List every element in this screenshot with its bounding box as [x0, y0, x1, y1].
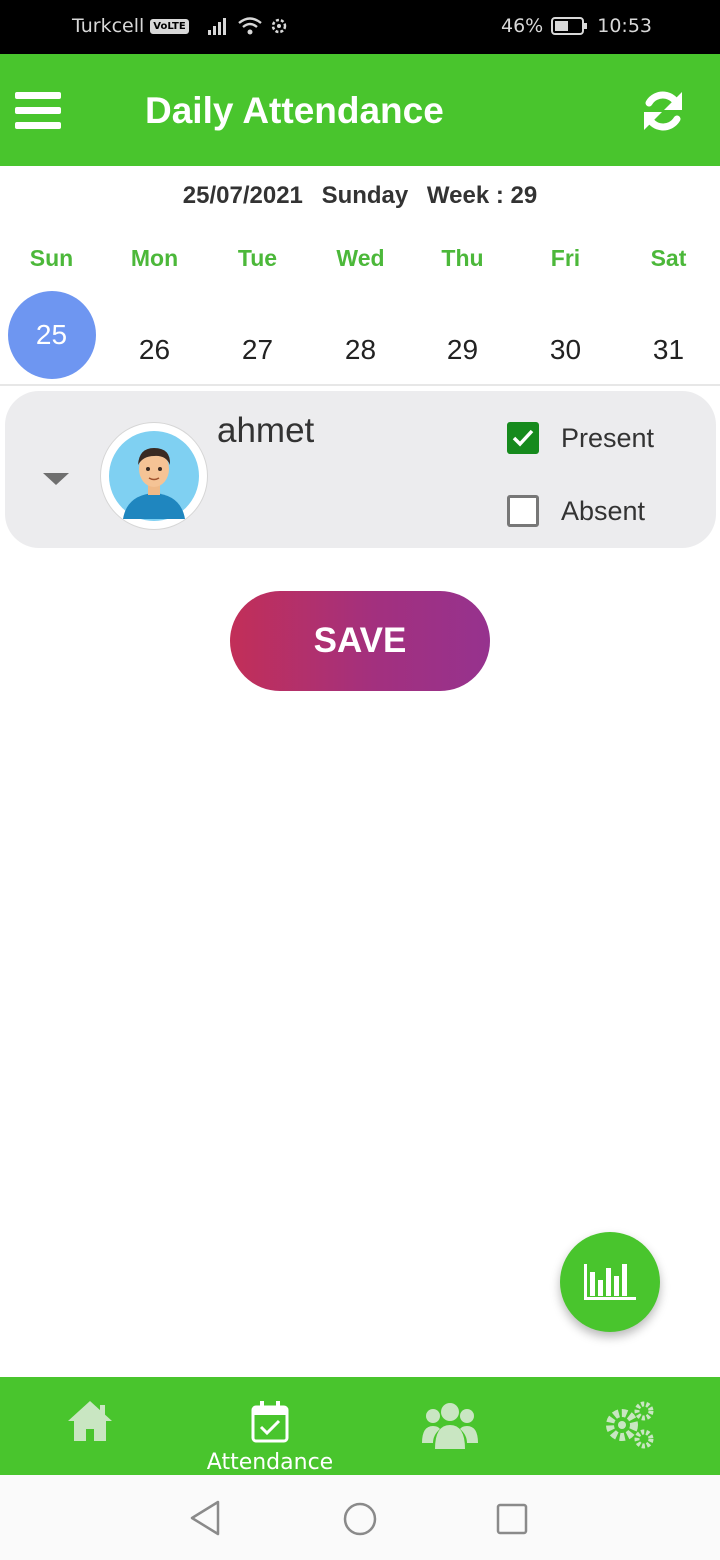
recents-icon[interactable]	[496, 1503, 528, 1540]
home-icon	[68, 1401, 112, 1441]
student-avatar	[100, 422, 208, 530]
absent-checkbox-row[interactable]: Absent	[507, 495, 645, 527]
day-name: Fri	[550, 245, 581, 271]
present-checkbox[interactable]	[507, 422, 539, 454]
carrier-name: Turkcell	[72, 15, 145, 37]
volte-badge: VoLTE	[150, 18, 189, 34]
gears-icon	[606, 1401, 654, 1449]
bar-chart-icon	[584, 1264, 636, 1300]
day-tue[interactable]: Tue 27	[206, 240, 309, 394]
week-strip: Sun 25 Mon 26 Tue 27 Wed 28 Thu 29 Fri 3…	[0, 240, 720, 390]
bottom-navigation: Attendance	[0, 1377, 720, 1475]
day-sat[interactable]: Sat 31	[617, 240, 720, 394]
save-button[interactable]: SAVE	[230, 591, 490, 691]
day-number: 30	[549, 334, 582, 365]
refresh-icon[interactable]	[638, 86, 688, 136]
day-name: Wed	[336, 245, 385, 271]
absent-label: Absent	[561, 495, 646, 526]
page-title: Daily Attendance	[145, 90, 444, 131]
day-number: 27	[241, 334, 274, 365]
day-number: 25	[7, 291, 96, 379]
home-button-icon[interactable]	[342, 1501, 378, 1542]
student-card: ahmet Present Absent	[5, 391, 716, 548]
day-name: Mon	[130, 245, 179, 271]
day-mon[interactable]: Mon 26	[103, 240, 206, 394]
divider	[0, 384, 720, 386]
users-icon	[422, 1403, 478, 1449]
absent-checkbox[interactable]	[507, 495, 539, 527]
day-name: Sat	[650, 245, 687, 271]
day-number: 31	[652, 334, 685, 365]
status-bar: Turkcell VoLTE 46% 10:53	[0, 0, 720, 54]
calendar-check-icon	[251, 1401, 289, 1443]
system-navigation-bar	[0, 1475, 720, 1560]
hamburger-menu-icon[interactable]	[15, 92, 61, 130]
statistics-fab[interactable]	[560, 1232, 660, 1332]
student-name: ahmet	[217, 411, 315, 450]
nav-home[interactable]	[40, 1377, 140, 1475]
day-name: Tue	[237, 245, 278, 271]
battery-percent: 46%	[501, 15, 544, 37]
day-fri[interactable]: Fri 30	[514, 240, 617, 394]
settings-notification-icon	[269, 16, 289, 36]
nav-attendance[interactable]: Attendance	[195, 1377, 345, 1475]
current-date: 25/07/2021	[182, 182, 303, 209]
app-bar: Daily Attendance	[0, 54, 720, 166]
present-label: Present	[561, 422, 655, 453]
week-number: Week : 29	[426, 182, 538, 209]
day-sun[interactable]: Sun 25	[0, 240, 103, 379]
day-wed[interactable]: Wed 28	[309, 240, 412, 394]
current-weekday: Sunday	[321, 182, 409, 209]
date-summary: 25/07/2021 Sunday Week : 29	[0, 182, 720, 210]
back-icon[interactable]	[188, 1499, 224, 1542]
day-thu[interactable]: Thu 29	[411, 240, 514, 394]
day-number: 29	[446, 334, 479, 365]
nav-users[interactable]	[400, 1377, 500, 1475]
clock: 10:53	[597, 15, 652, 37]
present-checkbox-row[interactable]: Present	[507, 422, 654, 454]
day-name: Sun	[29, 245, 74, 271]
battery-icon	[551, 16, 589, 36]
wifi-icon	[237, 16, 263, 36]
day-name: Thu	[441, 245, 484, 271]
signal-icon	[207, 16, 231, 36]
nav-settings[interactable]	[580, 1377, 680, 1475]
expand-arrow-icon[interactable]	[43, 473, 69, 485]
nav-attendance-label: Attendance	[206, 1450, 334, 1475]
day-number: 28	[344, 334, 377, 365]
day-number: 26	[138, 334, 171, 365]
